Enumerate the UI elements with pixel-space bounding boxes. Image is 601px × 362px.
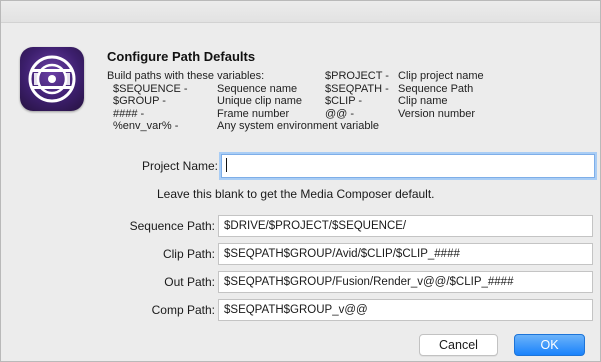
- configure-path-defaults-dialog: Configure Path Defaults Build paths with…: [0, 0, 601, 362]
- ok-button[interactable]: OK: [514, 334, 585, 356]
- window-title-bar[interactable]: [1, 1, 600, 23]
- variable-desc: Version number: [398, 107, 476, 120]
- out-path-value: $SEQPATH$GROUP/Fusion/Render_v@@/$CLIP_#…: [224, 276, 514, 288]
- sequence-path-value: $DRIVE/$PROJECT/$SEQUENCE/: [224, 220, 407, 232]
- variable-name: $CLIP -: [325, 95, 363, 107]
- project-name-label: Project Name:: [141, 159, 218, 173]
- variable-desc: Frame number: [217, 107, 290, 120]
- variables-intro: Build paths with these variables:: [107, 70, 265, 82]
- comp-path-input[interactable]: $SEQPATH$GROUP_v@@: [218, 299, 593, 321]
- text-caret: [226, 158, 227, 172]
- project-name-hint: Leave this blank to get the Media Compos…: [157, 187, 435, 201]
- out-path-label: Out Path:: [164, 275, 215, 289]
- cancel-button[interactable]: Cancel: [419, 334, 498, 356]
- variable-name: #### -: [113, 107, 145, 120]
- variable-desc: Clip project name: [398, 70, 484, 82]
- variable-name: %env_var% -: [113, 120, 179, 132]
- clip-path-value: $SEQPATH$GROUP/Avid/$CLIP/$CLIP_####: [224, 248, 460, 260]
- comp-path-value: $SEQPATH$GROUP_v@@: [224, 304, 368, 316]
- variable-name: $PROJECT -: [325, 70, 389, 82]
- clip-path-input[interactable]: $SEQPATH$GROUP/Avid/$CLIP/$CLIP_####: [218, 243, 593, 265]
- variable-name: $GROUP -: [113, 95, 166, 107]
- sequence-path-label: Sequence Path:: [129, 219, 215, 233]
- out-path-input[interactable]: $SEQPATH$GROUP/Fusion/Render_v@@/$CLIP_#…: [218, 271, 593, 293]
- project-name-input[interactable]: [221, 154, 595, 178]
- variable-desc: Clip name: [398, 95, 448, 107]
- variable-name: $SEQUENCE -: [113, 82, 188, 95]
- sequence-path-input[interactable]: $DRIVE/$PROJECT/$SEQUENCE/: [218, 215, 593, 237]
- comp-path-label: Comp Path:: [151, 303, 215, 317]
- media-composer-app-icon: [20, 47, 84, 111]
- clip-path-label: Clip Path:: [162, 247, 215, 261]
- variable-desc: Unique clip name: [217, 95, 302, 107]
- variable-desc: Sequence name: [217, 82, 298, 95]
- dialog-heading: Configure Path Defaults: [107, 49, 256, 64]
- variable-name: $SEQPATH -: [325, 82, 389, 95]
- variable-desc: Sequence Path: [398, 82, 474, 95]
- variable-name: @@ -: [325, 107, 355, 120]
- variable-desc: Any system environment variable: [217, 120, 380, 132]
